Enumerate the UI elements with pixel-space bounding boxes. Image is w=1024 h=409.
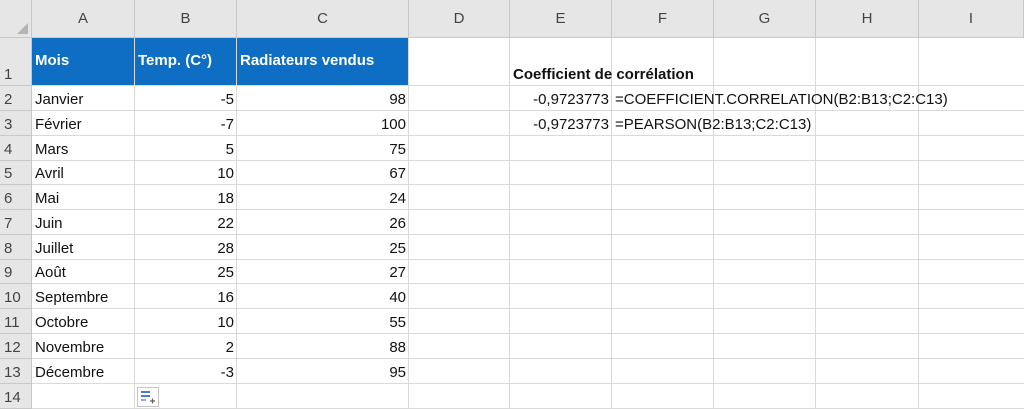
cell-temperature[interactable]: 5 (135, 136, 237, 161)
cell-month[interactable]: Mai (32, 185, 135, 210)
correlation-title[interactable]: Coefficient de corrélation (510, 38, 830, 86)
cell-temperature[interactable]: 22 (135, 210, 237, 235)
cell-temperature[interactable]: 28 (135, 235, 237, 260)
cell-radiators-sold[interactable]: 98 (237, 86, 409, 111)
cell-radiators-sold[interactable]: 26 (237, 210, 409, 235)
cell-month[interactable]: Août (32, 260, 135, 284)
row-header-7[interactable]: 7 (0, 210, 32, 235)
cell-temperature[interactable]: 10 (135, 309, 237, 334)
row-header-5[interactable]: 5 (0, 161, 32, 185)
row-header-13[interactable]: 13 (0, 359, 32, 384)
cell-radiators-sold[interactable]: 95 (237, 359, 409, 384)
row-header-11[interactable]: 11 (0, 309, 32, 334)
column-header-h[interactable]: H (816, 0, 919, 38)
row-header-10[interactable]: 10 (0, 284, 32, 309)
cell-month[interactable]: Avril (32, 161, 135, 185)
correlation-formula[interactable]: =PEARSON(B2:B13;C2:C13) (612, 111, 1012, 136)
cell-month[interactable]: Janvier (32, 86, 135, 111)
select-all-triangle-icon (17, 23, 28, 34)
column-header-e[interactable]: E (510, 0, 612, 38)
select-all-corner[interactable] (0, 0, 32, 38)
header-cell-mois[interactable]: Mois (32, 38, 135, 86)
cell-radiators-sold[interactable]: 24 (237, 185, 409, 210)
cell-month[interactable]: Décembre (32, 359, 135, 384)
cell-temperature[interactable]: -5 (135, 86, 237, 111)
row-header-1[interactable]: 1 (0, 38, 32, 86)
cell-month[interactable]: Novembre (32, 334, 135, 359)
row-header-8[interactable]: 8 (0, 235, 32, 260)
quick-analysis-button[interactable] (137, 387, 159, 407)
row-header-9[interactable]: 9 (0, 260, 32, 284)
correlation-formula[interactable]: =COEFFICIENT.CORRELATION(B2:B13;C2:C13) (612, 86, 1012, 111)
column-header-a[interactable]: A (32, 0, 135, 38)
column-header-c[interactable]: C (237, 0, 409, 38)
cell-temperature[interactable]: 2 (135, 334, 237, 359)
row-header-4[interactable]: 4 (0, 136, 32, 161)
column-header-i[interactable]: I (919, 0, 1024, 38)
correlation-value[interactable]: -0,9723773 (510, 86, 612, 111)
column-header-d[interactable]: D (409, 0, 510, 38)
column-header-b[interactable]: B (135, 0, 237, 38)
cell-temperature[interactable]: -7 (135, 111, 237, 136)
cell-temperature[interactable]: 16 (135, 284, 237, 309)
row-header-6[interactable]: 6 (0, 185, 32, 210)
cell-month[interactable]: Octobre (32, 309, 135, 334)
column-header-f[interactable]: F (612, 0, 714, 38)
cell-radiators-sold[interactable]: 67 (237, 161, 409, 185)
cell-radiators-sold[interactable]: 40 (237, 284, 409, 309)
header-cell-radiateurs-vendus[interactable]: Radiateurs vendus (237, 38, 409, 86)
cell-month[interactable]: Mars (32, 136, 135, 161)
cell-radiators-sold[interactable]: 75 (237, 136, 409, 161)
correlation-value[interactable]: -0,9723773 (510, 111, 612, 136)
cell-radiators-sold[interactable]: 25 (237, 235, 409, 260)
cell-month[interactable]: Juin (32, 210, 135, 235)
column-header-g[interactable]: G (714, 0, 816, 38)
cell-temperature[interactable]: 18 (135, 185, 237, 210)
cell-radiators-sold[interactable]: 55 (237, 309, 409, 334)
cell-month[interactable]: Septembre (32, 284, 135, 309)
cell-temperature[interactable]: 10 (135, 161, 237, 185)
cell-radiators-sold[interactable]: 88 (237, 334, 409, 359)
row-header-3[interactable]: 3 (0, 111, 32, 136)
cell-radiators-sold[interactable]: 100 (237, 111, 409, 136)
row-header-12[interactable]: 12 (0, 334, 32, 359)
cell-temperature[interactable]: 25 (135, 260, 237, 284)
cell-temperature[interactable]: -3 (135, 359, 237, 384)
quick-analysis-icon (141, 391, 155, 404)
cell-month[interactable]: Février (32, 111, 135, 136)
cell-radiators-sold[interactable]: 27 (237, 260, 409, 284)
cell-month[interactable]: Juillet (32, 235, 135, 260)
spreadsheet: A B C D E F G H I 1 2 3 4 5 6 7 8 9 10 1… (0, 0, 1024, 409)
row-header-14[interactable]: 14 (0, 384, 32, 409)
header-cell-temperature[interactable]: Temp. (C°) (135, 38, 237, 86)
row-header-2[interactable]: 2 (0, 86, 32, 111)
